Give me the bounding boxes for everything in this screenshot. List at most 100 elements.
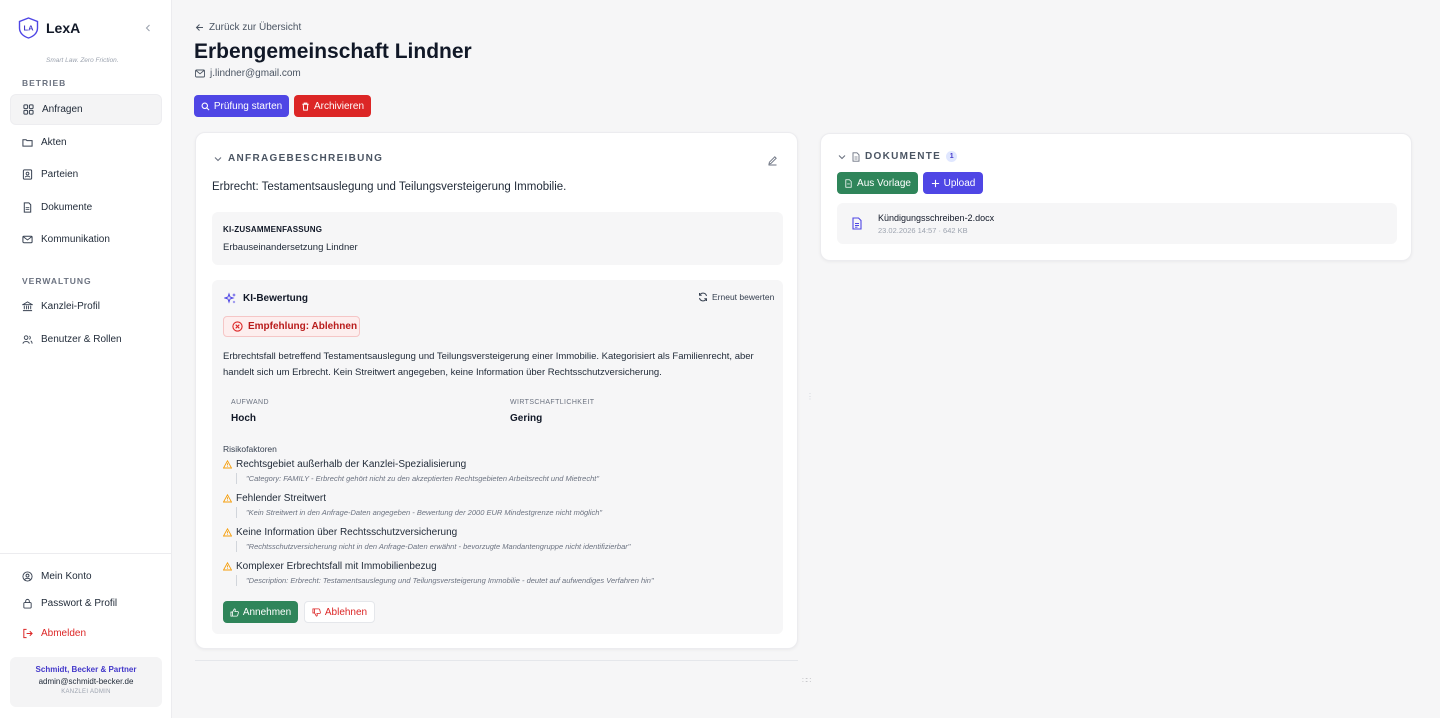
document-icon — [23, 202, 32, 213]
archive-label: Archivieren — [313, 100, 365, 112]
effort-value: Hoch — [231, 413, 256, 424]
evaluation-text: Erbrechtsfall betreffend Testamentsausle… — [223, 351, 754, 378]
effort-label: AUFWAND — [231, 399, 269, 406]
logout-button[interactable]: Abmelden — [10, 618, 162, 649]
bank-icon — [22, 301, 33, 312]
ai-evaluation-header: KI-Bewertung — [224, 292, 308, 305]
documents-count-badge: 1 — [946, 151, 958, 162]
edit-description-button[interactable] — [767, 153, 778, 171]
accept-button[interactable]: Annehmen — [223, 601, 298, 623]
risk-quote: "Rechtsschutzversicherung nicht in den A… — [236, 541, 773, 552]
collapse-sidebar-button[interactable] — [140, 20, 156, 36]
economy-label: WIRTSCHAFTLICHKEIT — [510, 399, 595, 406]
ai-summary-text: Erbauseinandersetzung Lindner — [223, 242, 358, 253]
risk-quote: "Kein Streitwert in den Anfrage-Daten an… — [236, 507, 773, 518]
user-circle-icon — [22, 571, 33, 582]
economy-value: Gering — [510, 413, 543, 424]
from-template-button[interactable]: Aus Vorlage — [837, 172, 918, 194]
ai-evaluation-title: KI-Bewertung — [243, 293, 308, 304]
risk-title: Komplexer Erbrechtsfall mit Immobilienbe… — [236, 561, 437, 572]
pencil-icon — [768, 156, 777, 166]
request-card: ANFRAGEBESCHREIBUNG Erbrecht: Testaments… — [195, 132, 798, 649]
from-template-label: Aus Vorlage — [857, 177, 911, 189]
section-label-admin: VERWALTUNG — [22, 276, 92, 286]
section-label-operations: BETRIEB — [22, 78, 67, 88]
request-description: Erbrecht: Testamentsauslegung und Teilun… — [212, 181, 567, 193]
start-check-label: Prüfung starten — [213, 100, 283, 112]
lock-icon — [23, 598, 32, 609]
thumbs-down-icon — [312, 607, 321, 617]
sidebar-item-anfragen[interactable]: Anfragen — [10, 94, 162, 125]
refresh-icon — [699, 292, 707, 302]
chevron-left-icon — [145, 24, 150, 32]
sparkles-icon — [224, 292, 236, 304]
sidebar-item-parteien[interactable]: Parteien — [10, 159, 162, 190]
recommendation-badge: Empfehlung: Ablehnen — [223, 316, 360, 337]
search-icon — [201, 102, 210, 110]
request-section-header[interactable]: ANFRAGEBESCHREIBUNG — [214, 153, 383, 164]
sidebar: LA LexA Smart Law. Zero Friction. BETRIE… — [0, 0, 172, 718]
thumbs-up-icon — [230, 607, 239, 617]
warning-icon — [223, 528, 232, 537]
reassess-button[interactable]: Erneut bewerten — [698, 292, 774, 302]
sidebar-item-benutzer-rollen[interactable]: Benutzer & Rollen — [10, 324, 162, 355]
archive-button[interactable]: Archivieren — [294, 95, 371, 117]
ai-summary-heading: KI-ZUSAMMENFASSUNG — [223, 225, 323, 234]
risk-title: Rechtsgebiet außerhalb der Kanzlei-Spezi… — [236, 459, 467, 470]
decline-button[interactable]: Ablehnen — [304, 601, 375, 623]
resize-handle[interactable]: ⋮ — [806, 392, 814, 401]
account-card[interactable]: Schmidt, Becker & Partner admin@schmidt-… — [10, 657, 162, 707]
client-email-text: j.lindner@gmail.com — [210, 68, 301, 79]
sidebar-item-kommunikation[interactable]: Kommunikation — [10, 224, 162, 255]
start-check-button[interactable]: Prüfung starten — [194, 95, 289, 117]
document-meta: 23.02.2026 14:57 · 642 KB — [878, 226, 968, 235]
plus-icon — [931, 179, 939, 187]
tagline: Smart Law. Zero Friction. — [46, 57, 119, 64]
documents-section-header[interactable]: DOKUMENTE 1 — [838, 151, 958, 162]
trash-icon — [302, 102, 309, 111]
sidebar-item-label: Benutzer & Rollen — [41, 334, 122, 345]
sidebar-item-label: Anfragen — [42, 104, 83, 115]
logout-icon — [23, 628, 33, 639]
back-link[interactable]: Zurück zur Übersicht — [195, 22, 301, 33]
users-icon — [22, 335, 33, 344]
risk-quote: "Category: FAMILY - Erbrecht gehört nich… — [236, 473, 773, 484]
file-icon — [852, 151, 860, 162]
upload-button[interactable]: Upload — [923, 172, 983, 194]
drag-handle-icon[interactable]: ∷∷ — [802, 676, 811, 685]
sidebar-item-label: Parteien — [41, 169, 79, 180]
sidebar-item-dokumente[interactable]: Dokumente — [10, 192, 162, 223]
file-template-icon — [845, 178, 852, 188]
document-icon — [852, 217, 862, 230]
back-link-label: Zurück zur Übersicht — [209, 22, 302, 33]
document-item[interactable]: Kündigungsschreiben-2.docx 23.02.2026 14… — [837, 203, 1397, 244]
grid-icon — [23, 104, 34, 115]
ai-evaluation: KI-Bewertung Erneut bewerten Empfehlung:… — [212, 280, 783, 634]
sidebar-item-kanzlei-profil[interactable]: Kanzlei-Profil — [10, 291, 162, 322]
sidebar-divider — [0, 553, 171, 554]
logo-shield-icon: LA — [18, 17, 39, 39]
warning-icon — [223, 460, 232, 469]
document-name: Kündigungsschreiben-2.docx — [878, 213, 995, 223]
folder-icon — [22, 139, 33, 147]
risk-item: Komplexer Erbrechtsfall mit Immobilienbe… — [223, 561, 773, 586]
accept-label: Annehmen — [242, 606, 292, 618]
sidebar-item-passwort-profil[interactable]: Passwort & Profil — [10, 588, 162, 619]
logo-text: LA — [24, 24, 35, 33]
risk-title: Keine Information über Rechtsschutzversi… — [236, 527, 458, 538]
risk-item: Keine Information über Rechtsschutzversi… — [223, 527, 773, 552]
sidebar-item-label: Kanzlei-Profil — [41, 301, 100, 312]
sidebar-item-label: Mein Konto — [41, 571, 92, 582]
decline-label: Ablehnen — [324, 606, 368, 618]
sidebar-item-label: Dokumente — [41, 202, 93, 213]
risk-title: Fehlender Streitwert — [236, 493, 327, 504]
account-role: KANZLEI ADMIN — [61, 689, 111, 695]
client-email: j.lindner@gmail.com — [195, 68, 301, 79]
app-name: LexA — [46, 20, 81, 36]
reassess-label: Erneut bewerten — [712, 292, 775, 302]
account-org: Schmidt, Becker & Partner — [35, 665, 137, 674]
brand[interactable]: LA LexA — [18, 17, 80, 39]
sidebar-item-label: Kommunikation — [41, 234, 110, 245]
x-circle-icon — [232, 321, 243, 332]
sidebar-item-akten[interactable]: Akten — [10, 127, 162, 158]
